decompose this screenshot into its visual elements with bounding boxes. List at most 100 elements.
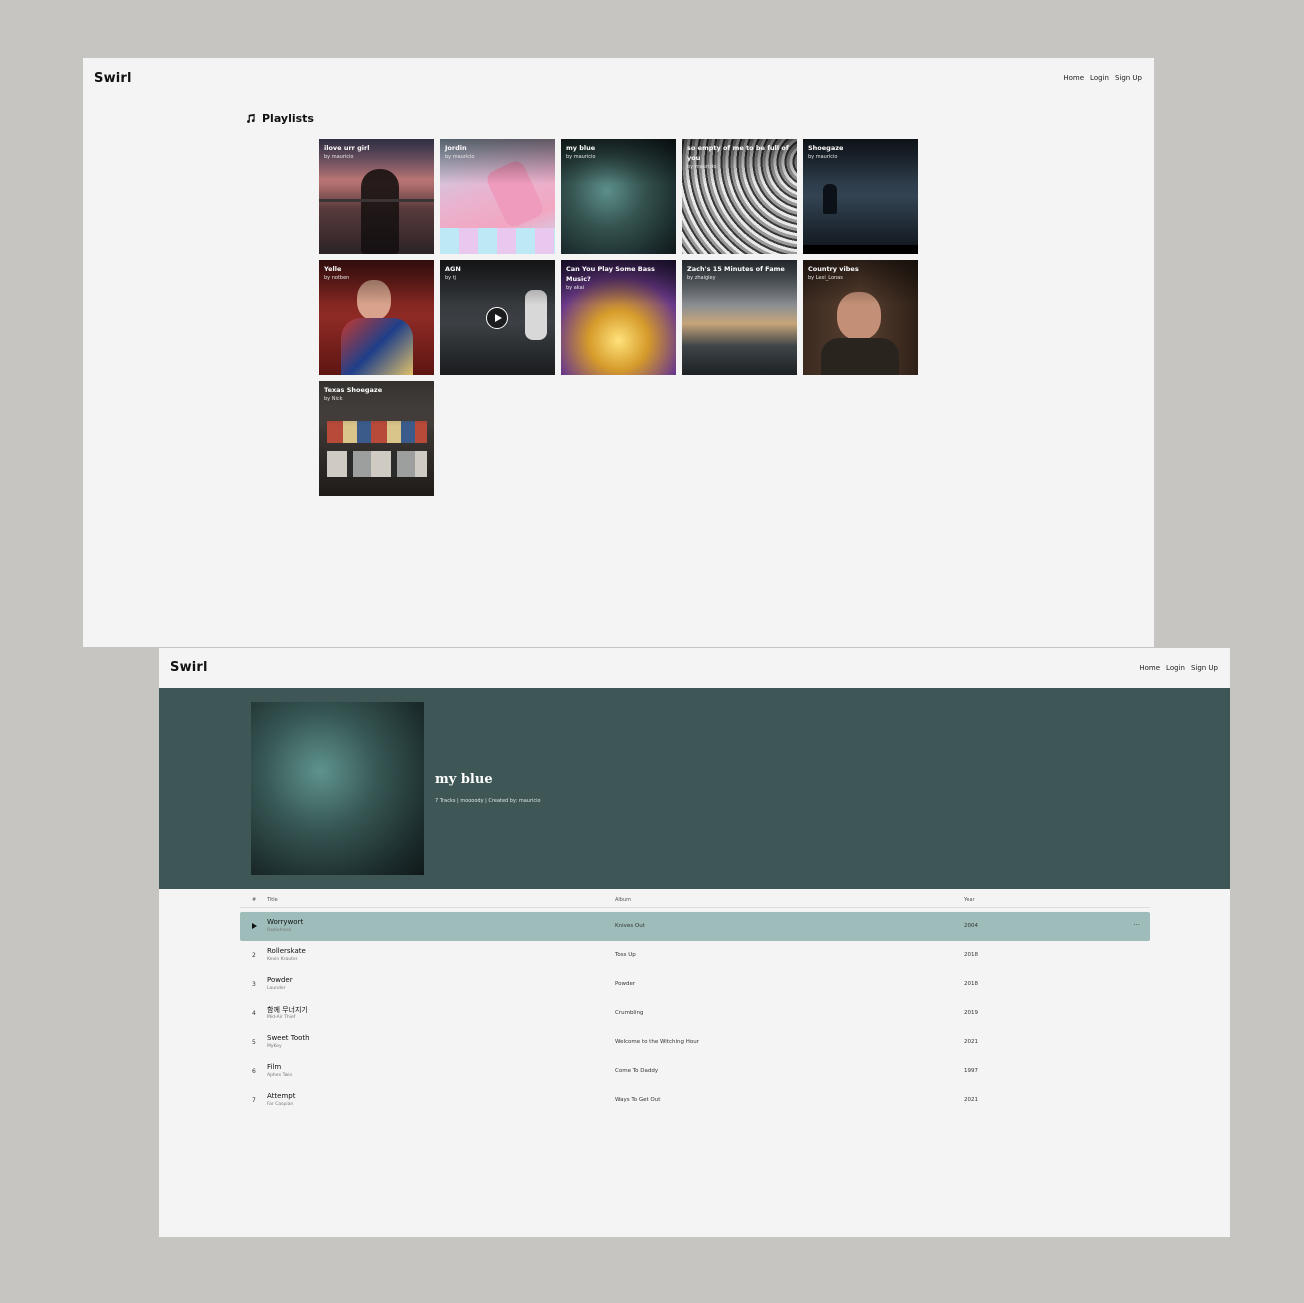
track-number: 4 [252,1010,256,1017]
playlist-title: Shoegaze [808,144,844,152]
track-artist[interactable]: Mid-Air Thief [267,1015,295,1020]
track-year: 1997 [964,1068,978,1074]
playlist-title: Jordin [445,144,467,152]
track-title: 함께 무너지기 [267,1006,308,1014]
playlist-card[interactable]: Jordin by mauricio [440,139,555,254]
playlist-meta: 7 Tracks | moooody | Created by: maurici… [435,798,541,804]
app-logo[interactable]: Swirl [94,71,132,86]
more-options-icon[interactable]: ··· [1133,921,1140,929]
track-album[interactable]: Toss Up [615,952,636,958]
playlist-card[interactable]: Yelle by notben [319,260,434,375]
playlist-card[interactable]: ilove urr girl by mauricio [319,139,434,254]
col-header-title[interactable]: Title [267,897,278,903]
playlist-title: Yelle [324,265,342,273]
playlist-title: so empty of me to be full of you [687,144,789,162]
playlist-card[interactable]: Texas Shoegaze by Nick [319,381,434,496]
track-album[interactable]: Ways To Get Out [615,1097,660,1103]
track-row[interactable]: 4 함께 무너지기 Mid-Air Thief Crumbling 2019 [240,999,1150,1028]
nav-signup[interactable]: Sign Up [1191,664,1218,672]
track-artist[interactable]: Launder [267,986,285,991]
track-table-header: # Title Album Year [240,893,1150,908]
nav-login[interactable]: Login [1090,74,1109,82]
playlists-heading-text: Playlists [262,112,314,125]
playlist-author: by Lexi_Lonas [808,275,843,281]
playlist-title: ilove urr girl [324,144,370,152]
playlist-header: my blue 7 Tracks | moooody | Created by:… [159,688,1230,889]
playlist-author: by mauricio [687,164,717,170]
track-number: 7 [252,1097,256,1104]
playlist-author: by zhaigley [687,275,716,281]
playlist-author: by notben [324,275,350,281]
track-album[interactable]: Welcome to the Witching Hour [615,1039,699,1045]
playlist-card[interactable]: AGN by tj [440,260,555,375]
track-album[interactable]: Come To Daddy [615,1068,658,1074]
track-title: Film [267,1063,282,1071]
col-header-album[interactable]: Album [615,897,631,903]
track-title: Powder [267,976,293,984]
playlist-card[interactable]: so empty of me to be full of you by mauri… [682,139,797,254]
playlist-title: AGN [445,265,461,273]
playlist-card[interactable]: Can You Play Some Bass Music? by akai [561,260,676,375]
track-year: 2004 [964,923,978,929]
track-artist[interactable]: Aphex Twin [267,1073,292,1078]
track-album[interactable]: Crumbling [615,1010,643,1016]
playlist-author: by mauricio [324,154,354,160]
nav-home[interactable]: Home [1063,74,1084,82]
nav-login[interactable]: Login [1166,664,1185,672]
track-row[interactable]: Worrywort Radiohead Knives Out 2004 ··· [240,912,1150,941]
playlist-author: by mauricio [808,154,838,160]
track-album[interactable]: Knives Out [615,923,645,929]
top-nav: Home Login Sign Up [1063,74,1142,82]
play-icon[interactable] [252,923,257,929]
music-note-icon [247,113,255,123]
playlist-card[interactable]: my blue by mauricio [561,139,676,254]
track-title: Rollerskate [267,947,306,955]
playlist-author: by mauricio [445,154,475,160]
track-artist[interactable]: Kevin Krauter [267,957,298,962]
app-logo[interactable]: Swirl [170,660,208,675]
nav-home[interactable]: Home [1139,664,1160,672]
play-icon[interactable] [486,307,508,329]
col-header-num: # [252,897,257,903]
track-year: 2018 [964,952,978,958]
playlist-detail-window: Swirl Home Login Sign Up my blue 7 Track… [159,648,1230,1237]
playlists-window: Swirl Home Login Sign Up Playlists ilove… [83,58,1154,647]
track-number: 5 [252,1039,256,1046]
playlists-heading: Playlists [245,112,314,125]
top-nav: Home Login Sign Up [1139,664,1218,672]
playlist-title: Can You Play Some Bass Music? [566,265,655,283]
track-title: Worrywort [267,918,304,926]
playlist-author: by Nick [324,396,343,402]
playlist-author: by tj [445,275,457,281]
playlist-card[interactable]: Country vibes by Lexi_Lonas [803,260,918,375]
track-artist[interactable]: Radiohead [267,928,291,933]
playlist-card[interactable]: Shoegaze by mauricio [803,139,918,254]
track-year: 2018 [964,981,978,987]
playlist-title: Zach's 15 Minutes of Fame [687,265,785,273]
playlist-cover-image [251,702,424,875]
track-artist[interactable]: Far Caspian [267,1102,293,1107]
track-list: Worrywort Radiohead Knives Out 2004 ··· … [240,912,1150,1115]
track-number: 6 [252,1068,256,1075]
track-title: Sweet Tooth [267,1034,310,1042]
track-row[interactable]: 7 Attempt Far Caspian Ways To Get Out 20… [240,1086,1150,1115]
track-number: 2 [252,952,256,959]
track-artist[interactable]: MyKey [267,1044,282,1049]
track-album[interactable]: Powder [615,981,635,987]
nav-signup[interactable]: Sign Up [1115,74,1142,82]
playlist-title: my blue [435,772,493,787]
track-year: 2021 [964,1039,978,1045]
track-row[interactable]: 6 Film Aphex Twin Come To Daddy 1997 [240,1057,1150,1086]
playlist-grid: ilove urr girl by mauricio Jordin by mauri… [319,139,919,496]
track-row[interactable]: 3 Powder Launder Powder 2018 [240,970,1150,999]
col-header-year[interactable]: Year [964,897,975,903]
track-year: 2019 [964,1010,978,1016]
playlist-author: by akai [566,285,585,291]
playlist-card[interactable]: Zach's 15 Minutes of Fame by zhaigley [682,260,797,375]
playlist-title: my blue [566,144,596,152]
track-row[interactable]: 2 Rollerskate Kevin Krauter Toss Up 2018 [240,941,1150,970]
track-year: 2021 [964,1097,978,1103]
track-row[interactable]: 5 Sweet Tooth MyKey Welcome to the Witch… [240,1028,1150,1057]
playlist-title: Texas Shoegaze [324,386,383,394]
track-title: Attempt [267,1092,296,1100]
